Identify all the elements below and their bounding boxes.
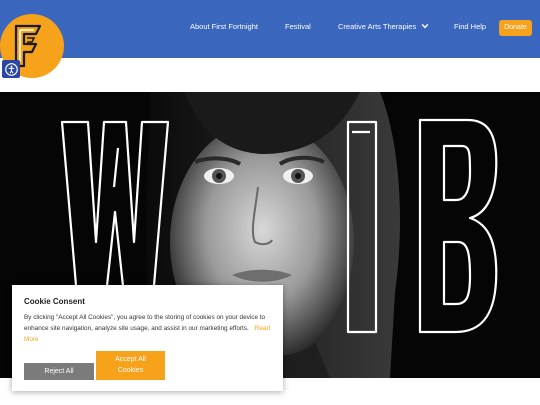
accessibility-icon	[4, 62, 18, 76]
nav-item-find-help[interactable]: Find Help	[454, 22, 486, 31]
cookie-consent-text: By clicking "Accept All Cookies", you ag…	[24, 312, 272, 345]
accept-label-line2: Cookies	[117, 367, 144, 374]
cookie-consent-dialog: Cookie Consent By clicking "Accept All C…	[12, 285, 283, 391]
accept-all-cookies-button[interactable]: Accept All Cookies	[96, 351, 165, 380]
nav-item-about[interactable]: About First Fortnight	[190, 22, 258, 31]
reject-all-button[interactable]: Reject All	[24, 363, 94, 380]
nav-item-festival[interactable]: Festival	[285, 22, 311, 31]
accessibility-button[interactable]	[2, 60, 20, 78]
accept-label-line1: Accept All	[115, 356, 146, 363]
nav-item-creative-arts-therapies[interactable]: Creative Arts Therapies	[338, 22, 416, 31]
cookie-consent-body: By clicking "Accept All Cookies", you ag…	[24, 314, 266, 332]
donate-button[interactable]: Donate	[499, 20, 532, 36]
cookie-consent-title: Cookie Consent	[24, 297, 85, 306]
chevron-down-icon[interactable]	[421, 22, 429, 30]
main-nav: About First Fortnight Festival Creative …	[0, 0, 540, 58]
